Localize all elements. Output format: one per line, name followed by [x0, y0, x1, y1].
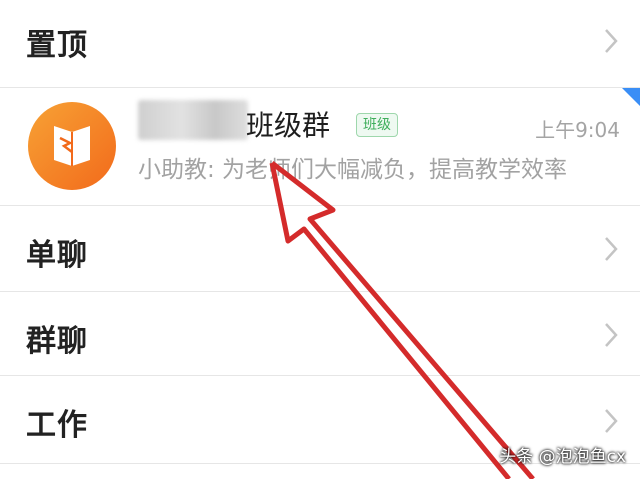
watermark: 头条 @泡泡鱼cx [499, 447, 626, 467]
red-arrow-annotation [269, 161, 535, 479]
